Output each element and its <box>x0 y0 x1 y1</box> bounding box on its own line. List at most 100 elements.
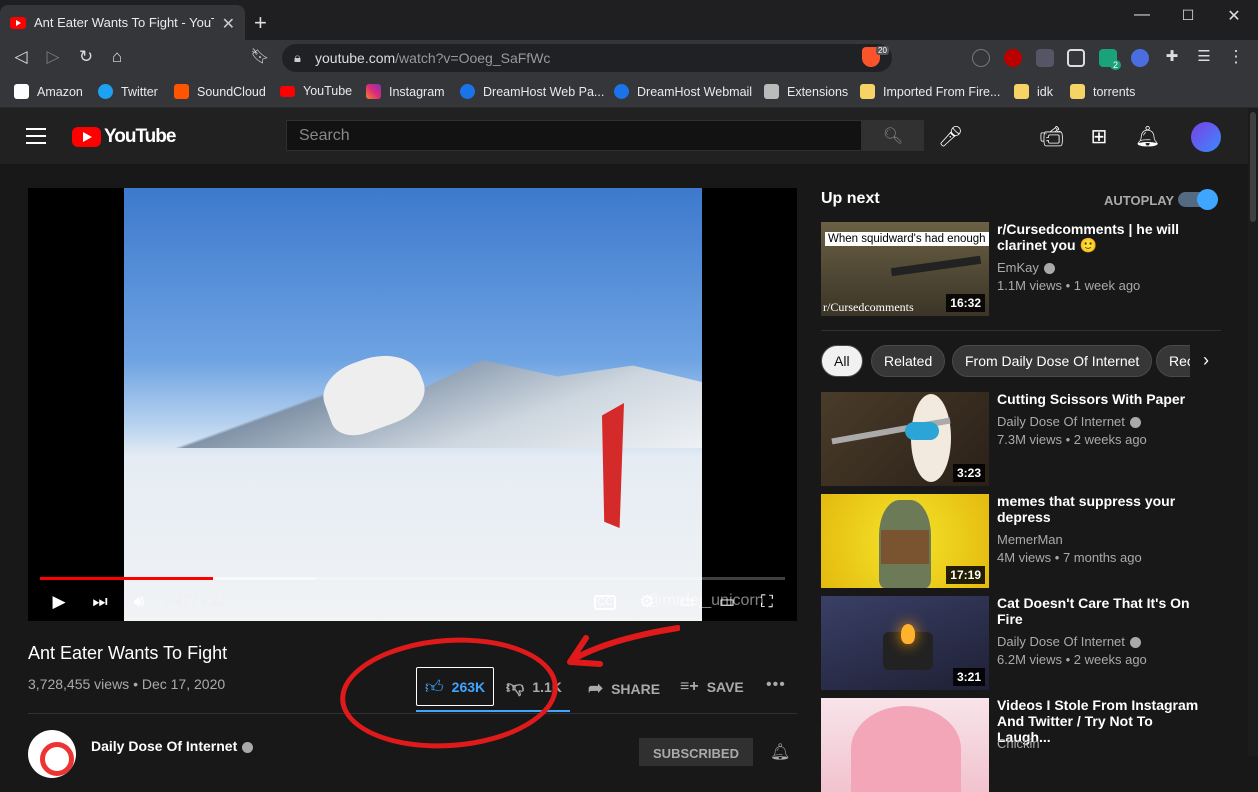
browser-menu-icon[interactable]: ⋮ <box>1225 47 1247 67</box>
extension-oo-icon[interactable] <box>1067 49 1085 67</box>
lock-icon: 🔒︎ <box>294 50 301 65</box>
video-thumbnail <box>821 698 989 792</box>
scissor-handle-image <box>905 422 939 440</box>
notifications-bell-icon[interactable]: 🔔︎ <box>1135 124 1160 149</box>
recommended-video[interactable]: 17:19 memes that suppress your depress M… <box>821 493 1221 588</box>
home-icon[interactable]: ⌂ <box>106 47 128 67</box>
close-tab-icon[interactable]: ✕ <box>222 14 235 34</box>
forward-icon[interactable]: ▷ <box>42 47 64 67</box>
save-label: SAVE <box>706 679 744 695</box>
close-window-icon[interactable]: ✕ <box>1224 6 1244 26</box>
youtube-favicon-icon <box>10 16 26 29</box>
maximize-icon[interactable]: ☐ <box>1178 7 1198 24</box>
scrollbar-thumb[interactable] <box>1250 112 1256 222</box>
recommended-video[interactable]: Videos I Stole From Instagram And Twitte… <box>821 697 1221 792</box>
captions-icon[interactable]: CC <box>594 595 616 610</box>
bookmark-instagram[interactable]: Instagram <box>366 84 445 99</box>
progress-fill <box>40 577 214 580</box>
recommended-video[interactable]: 3:21 Cat Doesn't Care That It's On Fire … <box>821 595 1221 690</box>
search-button[interactable]: 🔍︎ <box>862 120 924 151</box>
view-info: 1.1M views • 1 week ago <box>997 278 1141 293</box>
media-queue-icon[interactable]: ☰ <box>1193 47 1215 65</box>
video-title: Cutting Scissors With Paper <box>997 391 1186 407</box>
bookmark-folder-torrents[interactable]: torrents <box>1070 84 1135 99</box>
anime-character-image <box>851 706 961 792</box>
video-title: memes that suppress your depress <box>997 493 1176 525</box>
video-player[interactable]: ▶ ⏭︎ 🔊︎ 0:47 / 3:22 CC ⚙ ▭ ▭ ⛶ @mrdej_un… <box>28 188 797 621</box>
view-info: 4M views • 7 months ago <box>997 550 1142 565</box>
bookmark-label: Amazon <box>37 84 83 99</box>
bookmark-twitter[interactable]: Twitter <box>98 84 158 99</box>
thumbnail-subreddit: r/Cursedcomments <box>823 300 914 314</box>
chevron-right-icon[interactable]: › <box>1190 345 1222 377</box>
create-video-icon[interactable]: 📹︎ <box>1039 124 1064 149</box>
bookmark-label: YouTube <box>303 84 353 98</box>
duration-badge: 3:21 <box>952 668 985 686</box>
progress-bar[interactable] <box>40 577 785 580</box>
instagram-icon <box>366 84 381 99</box>
recommended-video[interactable]: 3:23 Cutting Scissors With Paper Daily D… <box>821 391 1221 486</box>
search-input[interactable]: Search <box>286 120 862 151</box>
save-button[interactable]: ≡+ SAVE <box>680 678 744 696</box>
reload-icon[interactable]: ↻ <box>75 47 97 67</box>
share-button[interactable]: ➦ SHARE <box>588 678 660 699</box>
amazon-icon <box>14 84 29 99</box>
youtube-logo[interactable]: YouTube <box>72 126 176 148</box>
youtube-icon <box>280 85 295 97</box>
menu-icon[interactable] <box>26 128 46 149</box>
extension-globe-icon[interactable] <box>1131 49 1149 67</box>
channel-name[interactable]: Daily Dose Of Internet <box>91 738 254 754</box>
chip-related[interactable]: Related <box>871 345 946 377</box>
chip-all[interactable]: All <box>821 345 863 377</box>
page-scrollbar[interactable] <box>1248 108 1258 756</box>
bookmark-dreamhost-panel[interactable]: DreamHost Web Pa... <box>460 84 604 99</box>
bookmark-extensions[interactable]: Extensions <box>764 84 848 99</box>
extension-badge: 2 <box>1110 60 1122 70</box>
share-icon: ➦ <box>588 678 604 698</box>
next-icon[interactable]: ⏭︎ <box>87 592 113 612</box>
address-bar[interactable]: 🔒︎ youtube.com/watch?v=Ooeg_SaFfWc 20 <box>282 44 892 72</box>
extension-info-icon[interactable] <box>972 49 990 67</box>
browser-tab-bar: Ant Eater Wants To Fight - YouTube ✕ + —… <box>0 0 1258 40</box>
filter-chips: All Related From Daily Dose Of Internet … <box>821 345 1221 377</box>
back-icon[interactable]: ◁ <box>10 47 32 67</box>
watermark-text: @mrdej_unicorn <box>646 592 764 609</box>
bookmark-folder-imported[interactable]: Imported From Fire... <box>860 84 1000 99</box>
channel-name-text: Daily Dose Of Internet <box>997 414 1125 429</box>
extensions-puzzle-icon[interactable]: ✚ <box>1161 47 1183 65</box>
chip-from-channel[interactable]: From Daily Dose Of Internet <box>952 345 1153 377</box>
avatar[interactable] <box>1191 122 1221 152</box>
more-actions-icon[interactable]: ••• <box>766 676 786 694</box>
folder-icon <box>860 84 875 99</box>
youtube-play-icon <box>72 127 101 147</box>
channel-avatar[interactable] <box>28 730 76 778</box>
channel-name: EmKay <box>997 260 1055 275</box>
bookmark-soundcloud[interactable]: SoundCloud <box>174 84 266 99</box>
bookmark-amazon[interactable]: Amazon <box>14 84 83 99</box>
channel-bell-icon[interactable]: 🔔︎ <box>770 742 790 762</box>
channel-name-text: Daily Dose Of Internet <box>91 738 238 754</box>
bookmark-dreamhost-webmail[interactable]: DreamHost Webmail <box>614 84 752 99</box>
play-icon[interactable]: ▶ <box>46 592 72 612</box>
minimize-icon[interactable]: — <box>1132 6 1152 24</box>
search-icon: 🔍︎ <box>882 128 904 145</box>
up-next-video[interactable]: When squidward's had enough r/Cursedcomm… <box>821 221 1221 316</box>
bookmark-youtube[interactable]: YouTube <box>280 84 352 98</box>
new-tab-icon[interactable]: + <box>254 10 267 36</box>
volume-icon[interactable]: 🔊︎ <box>126 592 152 612</box>
youtube-logo-text: YouTube <box>104 126 176 147</box>
browser-tab[interactable]: Ant Eater Wants To Fight - YouTube ✕ <box>0 5 245 40</box>
extension-glasses-icon[interactable] <box>1036 49 1054 67</box>
ublock-icon[interactable] <box>1004 49 1022 67</box>
autoplay-toggle[interactable] <box>1178 189 1218 210</box>
bookmark-icon[interactable]: 🔖︎ <box>249 47 271 65</box>
url-text: youtube.com/watch?v=Ooeg_SaFfWc <box>315 50 550 66</box>
subscribed-button[interactable]: SUBSCRIBED <box>639 738 753 766</box>
puzzle-icon <box>764 84 779 99</box>
bookmark-folder-idk[interactable]: idk <box>1014 84 1053 99</box>
apps-grid-icon[interactable]: ⊞ <box>1087 124 1111 149</box>
video-frame <box>124 188 702 621</box>
microphone-icon[interactable]: 🎤︎ <box>938 124 963 149</box>
time-display: 0:47 / 3:22 <box>164 593 226 608</box>
brave-badge: 20 <box>876 46 889 55</box>
